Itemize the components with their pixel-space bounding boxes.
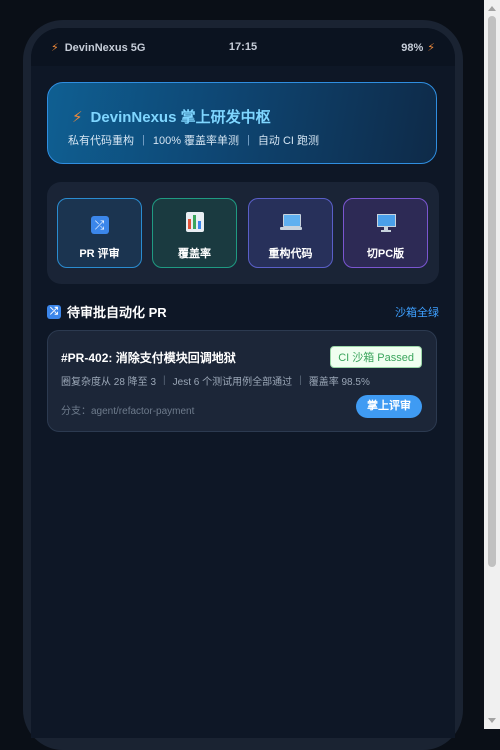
switch-pc-button[interactable]: 切PC版: [343, 198, 428, 268]
laptop-icon: [279, 212, 302, 232]
pr-card[interactable]: #PR-402: 消除支付模块回调地狱 CI 沙箱 Passed 圈复杂度从 2…: [47, 330, 437, 432]
scrollbar-thumb[interactable]: [488, 16, 496, 567]
hero-banner: ⚡ DevinNexus 掌上研发中枢 私有代码重构 | 100% 覆盖率单测 …: [47, 82, 437, 164]
phone-screen: ⚡ DevinNexus 5G 17:15 98% ⚡ ⚡ DevinNexus…: [31, 28, 455, 738]
desktop-monitor-icon: [375, 212, 397, 232]
coverage-button[interactable]: 覆盖率: [152, 198, 237, 268]
quick-actions: ⤮ PR 评审 覆盖率 重构代码 切PC版: [47, 182, 439, 284]
shuffle-icon: ⤮: [47, 304, 61, 319]
divider: |: [299, 375, 302, 386]
hero-title: DevinNexus 掌上研发中枢: [90, 109, 271, 126]
status-time: 17:15: [228, 41, 258, 53]
refactor-code-button[interactable]: 重构代码: [248, 198, 333, 268]
divider: |: [142, 134, 145, 146]
action-label: 覆盖率: [178, 248, 211, 260]
scroll-down-arrow-icon[interactable]: [488, 718, 496, 723]
hero-feature: 自动 CI 跑测: [257, 135, 320, 147]
mobile-review-button[interactable]: 掌上评审: [356, 395, 422, 418]
action-label: PR 评审: [79, 248, 120, 260]
sandbox-all-green-link[interactable]: 沙箱全绿: [395, 304, 439, 320]
status-bar: ⚡ DevinNexus 5G 17:15 98% ⚡: [31, 28, 455, 66]
divider: |: [163, 375, 166, 386]
pr-review-button[interactable]: ⤮ PR 评审: [57, 198, 142, 268]
action-label: 切PC版: [366, 248, 405, 260]
pr-branch: 分支：agent/refactor-payment: [61, 406, 195, 417]
pr-metric: Jest 6 个测试用例全部通过: [172, 377, 293, 388]
bolt-icon: ⚡: [72, 108, 83, 126]
page-scrollbar[interactable]: [484, 0, 500, 729]
pr-metrics: 圈复杂度从 28 降至 3 | Jest 6 个测试用例全部通过 | 覆盖率 9…: [61, 373, 370, 388]
action-label: 重构代码: [268, 248, 313, 260]
shuffle-icon: ⤮: [90, 216, 109, 234]
hero-features: 私有代码重构 | 100% 覆盖率单测 | 自动 CI 跑测: [68, 132, 319, 148]
hero-feature: 100% 覆盖率单测: [152, 135, 240, 147]
pr-metric: 圈复杂度从 28 降至 3: [61, 377, 157, 388]
bolt-icon: ⚡: [427, 42, 435, 54]
bar-chart-icon: [185, 212, 204, 232]
hero-feature: 私有代码重构: [68, 135, 134, 147]
pr-metric: 覆盖率 98.5%: [308, 377, 370, 388]
section-title: 待审批自动化 PR: [67, 305, 167, 320]
section-header: ⤮ 待审批自动化 PR: [47, 302, 167, 321]
scroll-up-arrow-icon[interactable]: [488, 6, 496, 11]
ci-status-badge: CI 沙箱 Passed: [330, 346, 422, 368]
divider: |: [247, 134, 250, 146]
pr-title: #PR-402: 消除支付模块回调地狱: [61, 351, 236, 365]
battery-level: 98%: [401, 41, 424, 54]
